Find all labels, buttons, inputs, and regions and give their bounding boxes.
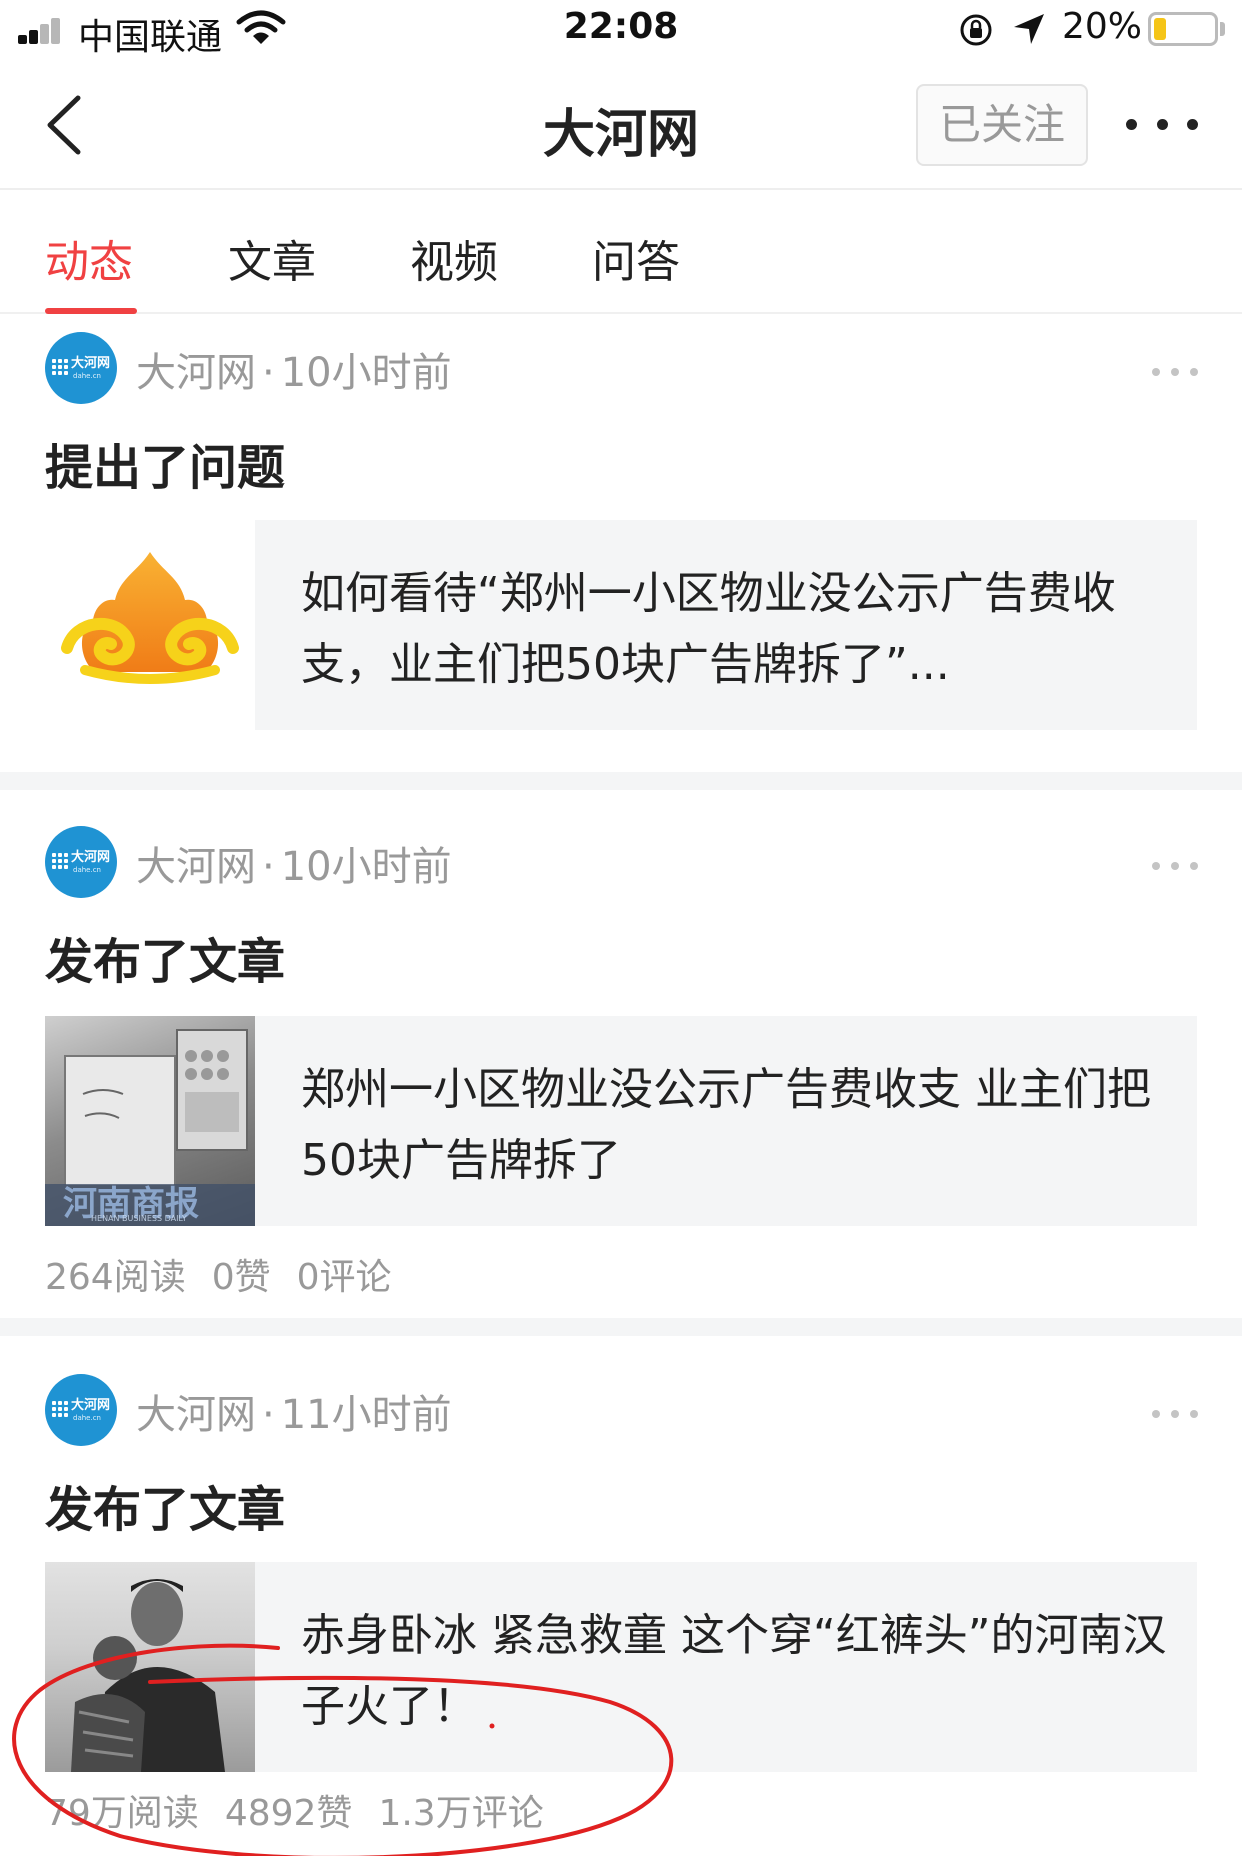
more-dots-icon[interactable] <box>1126 106 1198 142</box>
active-tab-indicator <box>45 308 137 314</box>
feed-card[interactable]: 大河网 dahe.cn 大河网 · 10小时前 发布了文章 河南商报 HENAN B… <box>0 790 1242 1318</box>
article-preview[interactable]: 赤身卧冰 紧急救童 这个穿“红裤头”的河南汉子火了！ <box>45 1562 1197 1772</box>
tab-dynamics[interactable]: 动态 <box>45 226 133 290</box>
avatar-logo-domain: dahe.cn <box>73 1414 101 1422</box>
avatar[interactable]: 大河网 dahe.cn <box>45 826 117 898</box>
avatar[interactable]: 大河网 dahe.cn <box>45 1374 117 1446</box>
section-divider <box>0 772 1242 790</box>
avatar[interactable]: 大河网 dahe.cn <box>45 332 117 404</box>
read-count: 264阅读 <box>45 1257 186 1298</box>
post-meta: 大河网 · 11小时前 <box>136 1382 452 1440</box>
post-meta: 大河网 · 10小时前 <box>136 340 452 398</box>
post-time: 10小时前 <box>280 844 452 890</box>
thumbnail-watermark-sub: HENAN BUSINESS DAILY <box>91 1214 187 1223</box>
tab-articles[interactable]: 文章 <box>228 226 316 290</box>
meta-dot: · <box>262 844 275 890</box>
question-preview[interactable]: 如何看待“郑州一小区物业没公示广告费收支，业主们把50块广告牌拆了”... <box>45 520 1197 730</box>
post-action: 发布了文章 <box>45 1482 286 1538</box>
meta-dot: · <box>262 350 275 396</box>
location-arrow-icon <box>1014 14 1044 44</box>
question-title: 如何看待“郑州一小区物业没公示广告费收支，业主们把50块广告牌拆了”... <box>301 568 1116 690</box>
article-stats: 79万阅读 4892赞 1.3万评论 <box>45 1784 570 1836</box>
nav-bar: 大河网 已关注 <box>0 62 1242 190</box>
battery-tip <box>1220 22 1225 36</box>
author-name[interactable]: 大河网 <box>136 350 256 396</box>
avatar-logo-text: 大河网 <box>71 850 111 865</box>
status-bar: 中国联通 22:08 20% <box>0 0 1242 60</box>
tab-bar: 动态 文章 视频 问答 <box>0 190 1242 314</box>
more-dots-icon[interactable] <box>1152 862 1198 872</box>
tab-qa[interactable]: 问答 <box>592 226 680 290</box>
follow-button[interactable]: 已关注 <box>916 84 1088 166</box>
post-meta: 大河网 · 10小时前 <box>136 834 452 892</box>
read-count: 79万阅读 <box>45 1793 199 1834</box>
section-divider <box>0 1318 1242 1336</box>
like-count: 0赞 <box>211 1257 271 1298</box>
article-title: 赤身卧冰 紧急救童 这个穿“红裤头”的河南汉子火了！ <box>301 1610 1167 1732</box>
post-action: 提出了问题 <box>45 440 286 496</box>
battery-percent: 20% <box>1062 6 1143 47</box>
orientation-lock-icon <box>960 14 992 46</box>
comment-count: 0评论 <box>296 1257 392 1298</box>
like-count: 4892赞 <box>224 1793 353 1834</box>
avatar-logo-domain: dahe.cn <box>73 866 101 874</box>
article-thumbnail <box>45 1562 255 1772</box>
feed-card[interactable]: 大河网 dahe.cn 大河网 · 10小时前 提出了问题 如何看待“郑州一小区物业… <box>0 316 1242 772</box>
avatar-logo-text: 大河网 <box>71 356 111 371</box>
meta-dot: · <box>262 1392 275 1438</box>
more-dots-icon[interactable] <box>1152 1410 1198 1420</box>
feed-card[interactable]: 大河网 dahe.cn 大河网 · 11小时前 发布了文章 赤身卧冰 紧急救童 这个… <box>0 1336 1242 1856</box>
post-action: 发布了文章 <box>45 934 286 990</box>
author-name[interactable]: 大河网 <box>136 844 256 890</box>
article-preview[interactable]: 河南商报 HENAN BUSINESS DAILY 郑州一小区物业没公示广告费收… <box>45 1016 1197 1226</box>
avatar-logo-domain: dahe.cn <box>73 372 101 380</box>
post-time: 10小时前 <box>280 350 452 396</box>
tab-videos[interactable]: 视频 <box>410 226 498 290</box>
clock: 22:08 <box>563 6 679 47</box>
more-dots-icon[interactable] <box>1152 368 1198 378</box>
article-thumbnail: 河南商报 HENAN BUSINESS DAILY <box>45 1016 255 1226</box>
article-title: 郑州一小区物业没公示广告费收支 业主们把50块广告牌拆了 <box>301 1064 1151 1186</box>
avatar-logo-text: 大河网 <box>71 1398 111 1413</box>
comment-count: 1.3万评论 <box>378 1793 544 1834</box>
wukong-qa-logo-icon <box>45 520 255 730</box>
post-time: 11小时前 <box>280 1392 452 1438</box>
back-chevron-icon[interactable] <box>38 90 94 160</box>
article-stats: 264阅读 0赞 0评论 <box>45 1248 418 1300</box>
battery-icon <box>1148 12 1218 46</box>
author-name[interactable]: 大河网 <box>136 1392 256 1438</box>
